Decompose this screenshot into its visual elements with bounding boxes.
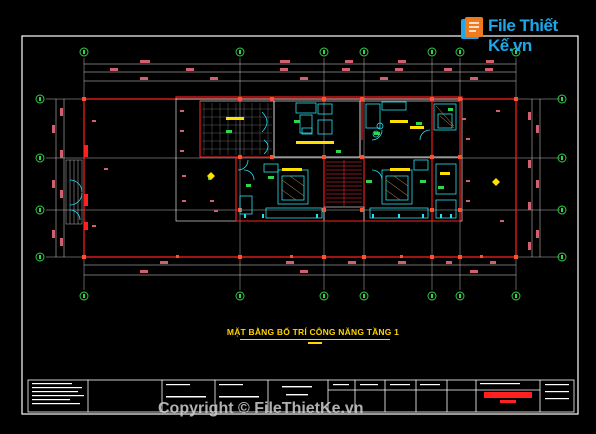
dimension-text — [52, 60, 539, 273]
plan-title: MẶT BẰNG BỐ TRÍ CÔNG NĂNG TẦNG 1 — [226, 327, 400, 337]
brand-logo-text: File Thiết Kế.vn — [488, 16, 558, 55]
copyright-watermark: Copyright © FileThietKe.vn — [158, 400, 364, 417]
title-block-red-stamp-2 — [500, 400, 516, 403]
porch-steps — [65, 159, 83, 225]
room-labels — [226, 117, 450, 175]
brand-logo-icon — [461, 17, 483, 39]
porch-door-swing — [69, 179, 83, 221]
plan-scale-mark — [308, 342, 322, 344]
left-wall-thick — [84, 145, 88, 157]
tile-pattern — [202, 103, 272, 155]
left-wall-thick-2 — [84, 194, 88, 206]
grid-axes-vertical — [83, 58, 517, 290]
sheet-frame — [21, 35, 579, 415]
furniture — [237, 101, 457, 219]
brand-logo: File Thiết Kế.vn — [458, 14, 578, 55]
grid-bubble-marks — [39, 50, 563, 298]
stair-hatch — [326, 160, 362, 206]
plan-title-underline — [240, 339, 390, 340]
grid-axes-horizontal — [46, 98, 560, 258]
grid-bubbles — [35, 47, 567, 301]
title-block-red-stamp — [484, 392, 532, 398]
bottom-fixtures — [244, 214, 452, 218]
left-wall-thick-3 — [84, 222, 88, 230]
cad-drawing — [21, 35, 579, 415]
